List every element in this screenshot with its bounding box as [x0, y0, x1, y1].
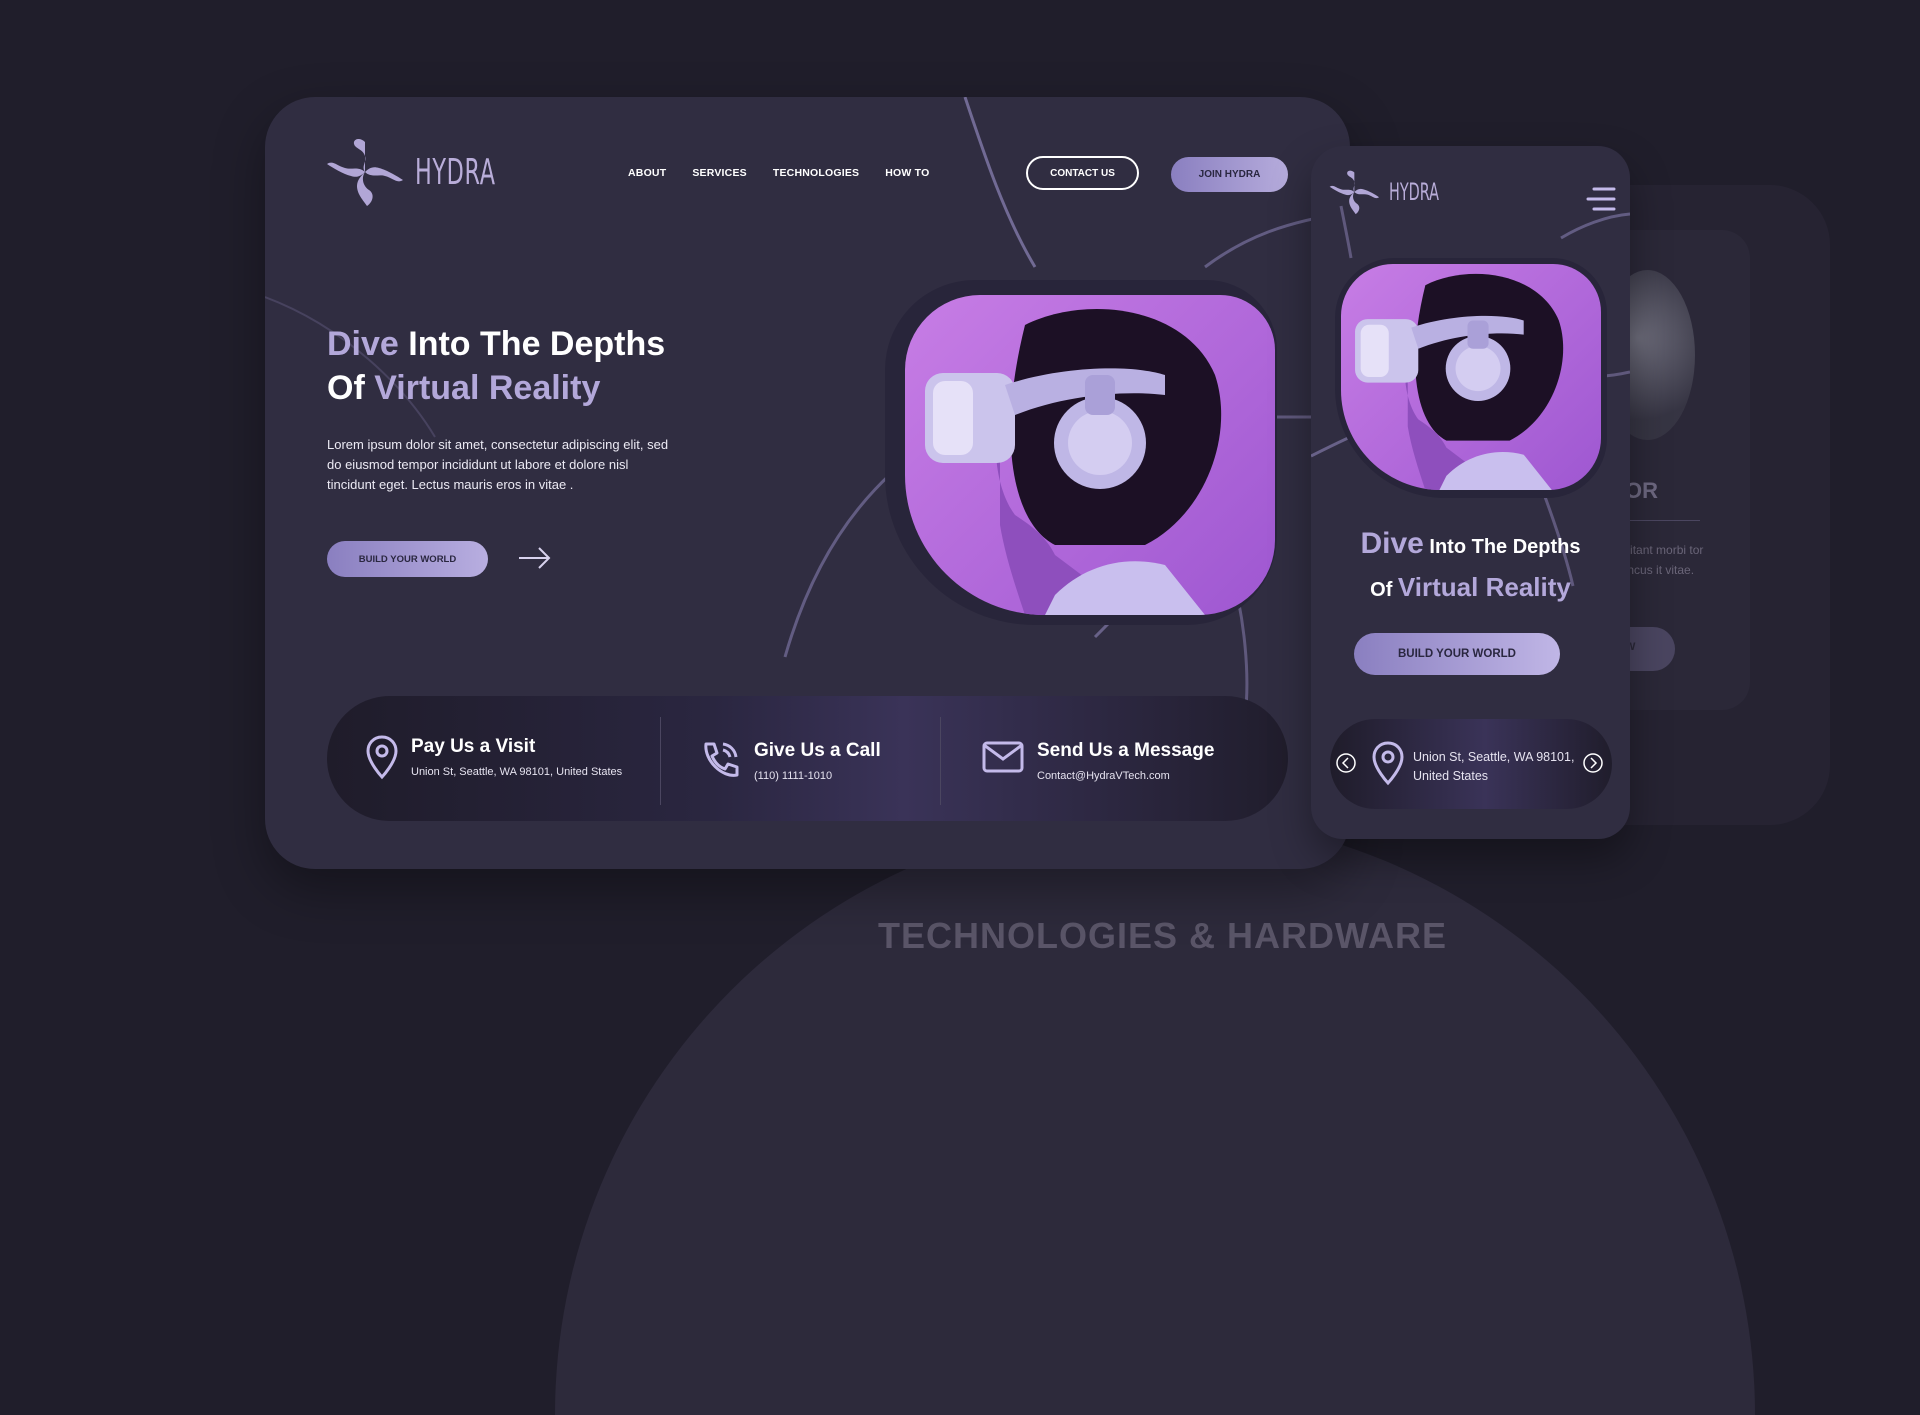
mobile-title-highlight-1: Dive — [1360, 527, 1424, 560]
mobile-title-part-2: Of — [1370, 579, 1398, 601]
hero-image-vr-headset — [905, 295, 1275, 615]
info-divider — [940, 717, 941, 805]
vr-person-illustration — [1355, 273, 1564, 490]
info-call-phone[interactable]: (110) 1111-1010 — [754, 770, 881, 782]
mobile-mockup: HYDRA Dive Into The Depths Of Virtual Re… — [1311, 146, 1630, 839]
desktop-mockup: HYDRA ABOUT SERVICES TECHNOLOGIES HOW TO… — [265, 97, 1350, 869]
info-divider — [660, 717, 661, 805]
build-your-world-button[interactable]: BUILD YOUR WORLD — [327, 541, 488, 577]
mail-icon — [982, 741, 1024, 773]
hero-title-highlight-2: Virtual Reality — [374, 369, 601, 407]
hydra-logo-icon — [1329, 170, 1380, 215]
info-visit-title: Pay Us a Visit — [411, 736, 536, 757]
brand-logo[interactable]: HYDRA — [325, 132, 545, 212]
chevron-right-icon[interactable] — [1582, 752, 1604, 774]
mobile-hero-title: Dive Into The Depths Of Virtual Reality — [1311, 524, 1630, 610]
section-title-technologies: TECHNOLOGIES & HARDWARE — [878, 915, 1448, 956]
info-message-email[interactable]: Contact@HydraVTech.com — [1037, 770, 1214, 782]
hero-title: Dive Into The Depths Of Virtual Reality — [327, 322, 665, 410]
mobile-brand-logo[interactable]: HYDRA — [1327, 166, 1472, 218]
nav-technologies[interactable]: TECHNOLOGIES — [773, 167, 859, 179]
chevron-left-icon[interactable] — [1335, 752, 1357, 774]
mobile-title-part-1: Into The Depths — [1423, 536, 1581, 558]
nav-how-to[interactable]: HOW TO — [885, 167, 929, 179]
phone-icon — [704, 742, 739, 777]
map-pin-icon — [366, 735, 398, 780]
map-pin-icon — [1372, 741, 1404, 786]
info-message-title: Send Us a Message — [1037, 740, 1215, 761]
info-message: Send Us a Message Contact@HydraVTech.com — [981, 738, 1214, 782]
info-call: Give Us a Call (110) 1111-1010 — [698, 738, 881, 782]
join-hydra-button[interactable]: JOIN HYDRA — [1171, 157, 1288, 192]
nav-about[interactable]: ABOUT — [628, 167, 666, 179]
hydra-logo-icon — [327, 139, 403, 206]
hero-title-part-1: Into The Depths — [398, 325, 666, 363]
mobile-build-your-world-button[interactable]: BUILD YOUR WORLD — [1354, 633, 1560, 675]
mobile-hero-image — [1341, 264, 1601, 490]
hero-title-highlight-1: Dive — [327, 325, 399, 363]
main-nav: ABOUT SERVICES TECHNOLOGIES HOW TO — [628, 167, 929, 179]
contact-us-button[interactable]: CONTACT US — [1026, 156, 1139, 190]
info-visit-address: Union St, Seattle, WA 98101, United Stat… — [411, 766, 623, 778]
mobile-title-highlight-2: Virtual Reality — [1397, 572, 1571, 602]
vr-person-illustration — [925, 309, 1222, 615]
hero-title-part-2: Of — [327, 369, 375, 407]
info-visit: Pay Us a Visit Union St, Seattle, WA 981… — [365, 734, 622, 780]
info-call-title: Give Us a Call — [754, 740, 881, 761]
arrow-right-icon[interactable] — [515, 543, 555, 573]
mobile-brand-name: HYDRA — [1389, 178, 1439, 206]
nav-services[interactable]: SERVICES — [692, 167, 747, 179]
background-section-shape — [555, 815, 1755, 1415]
mobile-address: Union St, Seattle, WA 98101, United Stat… — [1413, 750, 1575, 783]
hero-description: Lorem ipsum dolor sit amet, consectetur … — [327, 437, 669, 492]
brand-name: HYDRA — [415, 151, 496, 193]
hamburger-menu-icon[interactable] — [1586, 186, 1616, 212]
